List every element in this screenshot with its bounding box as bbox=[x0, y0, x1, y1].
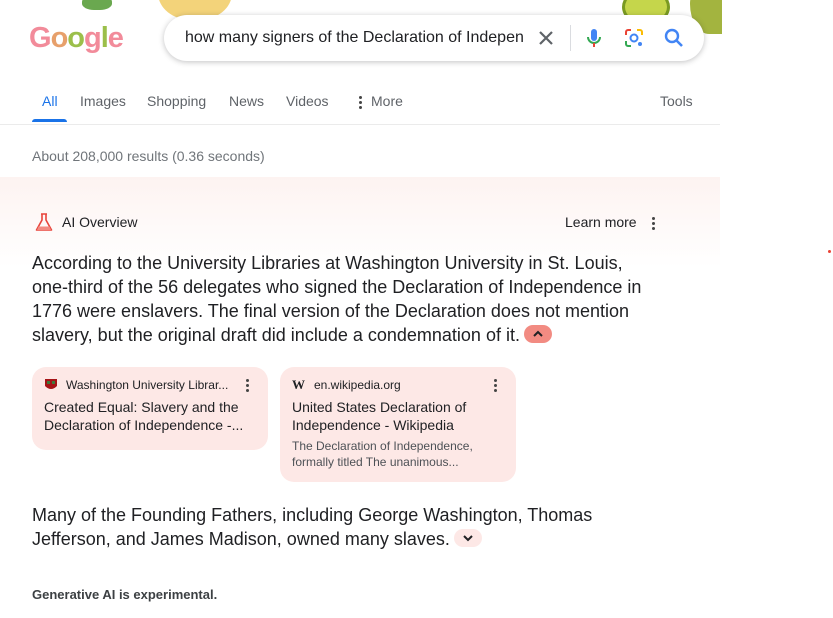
card-title-line: United States Declaration of bbox=[292, 399, 467, 415]
learn-more-link[interactable]: Learn more bbox=[565, 214, 637, 230]
collapse-sources-button[interactable] bbox=[523, 325, 552, 344]
wustl-favicon-icon bbox=[45, 379, 57, 389]
card-snippet-line: formally titled The unanimous... bbox=[292, 455, 459, 469]
card-title-line: Independence - Wikipedia bbox=[292, 417, 454, 433]
card-snippet: The Declaration of Independence, formall… bbox=[292, 438, 473, 470]
chevron-down-icon bbox=[463, 535, 473, 542]
logo-letter-l: l bbox=[100, 22, 109, 54]
ai-overview-answer: According to the University Libraries at… bbox=[32, 251, 641, 347]
logo-letter-g: G bbox=[29, 22, 52, 54]
flask-icon bbox=[35, 213, 53, 231]
search-tabs: All Images Shopping News Videos More Too… bbox=[0, 84, 720, 125]
card-title: United States Declaration of Independenc… bbox=[292, 398, 466, 434]
answer-line: one-third of the 56 delegates who signed… bbox=[32, 277, 642, 297]
result-stats: About 208,000 results (0.36 seconds) bbox=[32, 148, 265, 164]
card-title-line: Declaration of Independence -... bbox=[44, 417, 244, 433]
answer-line: slavery, but the original draft did incl… bbox=[32, 325, 520, 345]
logo-letter-e: e bbox=[107, 22, 124, 54]
ai-overview-followup: Many of the Founding Fathers, including … bbox=[32, 503, 592, 551]
ai-overview-menu-icon[interactable] bbox=[652, 217, 656, 232]
google-logo[interactable]: Google bbox=[29, 22, 124, 55]
answer-line: 1776 were enslavers. The final version o… bbox=[32, 301, 630, 321]
source-card[interactable]: Washington University Librar... Created … bbox=[32, 367, 268, 450]
tab-active-indicator bbox=[32, 119, 67, 122]
expand-sources-button[interactable] bbox=[453, 529, 482, 548]
tab-news[interactable]: News bbox=[229, 93, 264, 109]
answer-line: Many of the Founding Fathers, including … bbox=[32, 505, 593, 525]
source-card[interactable]: W en.wikipedia.org United States Declara… bbox=[280, 367, 516, 482]
doodle-herb-decoration bbox=[82, 0, 112, 10]
answer-line-last: slavery, but the original draft did incl… bbox=[32, 323, 641, 347]
logo-letter-o2: o bbox=[67, 22, 85, 54]
logo-letter-g2: g bbox=[84, 22, 102, 54]
card-title: Created Equal: Slavery and the Declarati… bbox=[44, 398, 243, 434]
card-site-name: Washington University Librar... bbox=[66, 378, 229, 392]
search-box[interactable]: how many signers of the Declaration of I… bbox=[164, 15, 704, 61]
card-menu-icon[interactable] bbox=[494, 379, 498, 394]
answer-line: Jefferson, and James Madison, owned many… bbox=[32, 529, 450, 549]
card-menu-icon[interactable] bbox=[246, 379, 250, 394]
tab-shopping[interactable]: Shopping bbox=[147, 93, 206, 109]
search-icon[interactable] bbox=[662, 26, 686, 50]
search-divider bbox=[570, 25, 571, 51]
tools-button[interactable]: Tools bbox=[660, 93, 693, 109]
tab-more[interactable]: More bbox=[371, 93, 403, 109]
tab-videos[interactable]: Videos bbox=[286, 93, 329, 109]
card-snippet-line: The Declaration of Independence, bbox=[292, 439, 473, 453]
tab-all[interactable]: All bbox=[42, 93, 58, 109]
ai-disclaimer: Generative AI is experimental. bbox=[32, 587, 218, 602]
card-title-line: Created Equal: Slavery and the bbox=[44, 399, 239, 415]
cursor-dot bbox=[828, 250, 831, 253]
card-site-name: en.wikipedia.org bbox=[314, 378, 401, 392]
tab-images[interactable]: Images bbox=[80, 93, 126, 109]
chevron-up-icon bbox=[533, 330, 543, 337]
answer-line-last: Jefferson, and James Madison, owned many… bbox=[32, 527, 592, 551]
camera-lens-icon[interactable] bbox=[622, 26, 646, 50]
close-icon[interactable] bbox=[534, 26, 558, 50]
mic-icon[interactable] bbox=[582, 26, 606, 50]
search-input[interactable]: how many signers of the Declaration of I… bbox=[185, 29, 523, 47]
answer-line: According to the University Libraries at… bbox=[32, 253, 623, 273]
more-dots-icon[interactable] bbox=[359, 96, 363, 111]
logo-letter-o1: o bbox=[50, 22, 69, 54]
ai-overview-title: AI Overview bbox=[62, 214, 138, 230]
wikipedia-favicon-icon: W bbox=[292, 377, 305, 392]
